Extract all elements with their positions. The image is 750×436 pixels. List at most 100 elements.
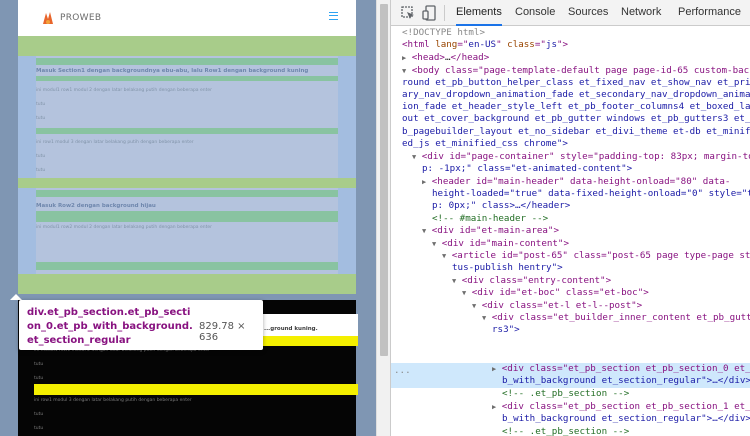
row-1-margin: [36, 58, 338, 65]
module-margin: [36, 211, 338, 222]
page-scrollbar[interactable]: [376, 0, 390, 436]
section1-modul3: ini row1 modul 3 dengan latar belakang p…: [34, 398, 192, 403]
dom-line-article[interactable]: ▼ <article id="post-65" class="post-65 p…: [442, 250, 750, 262]
dom-token: <header id="main-header" data-height-onl…: [431, 176, 731, 187]
hamburger-menu-icon[interactable]: [329, 12, 338, 20]
section1-yellow-band: [34, 384, 358, 395]
dom-line-main-content[interactable]: ▼ <div id="main-content">: [432, 238, 569, 250]
logo-text[interactable]: PROWEB: [60, 13, 101, 23]
dom-line-inner-content-cont: rs3">: [492, 324, 520, 335]
dom-line-section-0-cont: b_with_background et_section_regular">…<…: [502, 375, 750, 386]
dom-token: <div id="page-container" style="padding-…: [421, 151, 750, 162]
tab-sources[interactable]: Sources: [568, 0, 608, 26]
section1-label-d: tutu: [34, 426, 44, 431]
tooltip-selector: div.et_pb_section.et_pb_section_0.et_pb_…: [27, 307, 193, 346]
dom-line-section-1[interactable]: ▶ <div class="et_pb_section et_pb_sectio…: [492, 401, 750, 413]
device-toolbar-icon[interactable]: [421, 4, 439, 22]
dom-token: <div id="main-content">: [441, 238, 569, 249]
dom-line-body-cont: out et_cover_background et_pb_gutter win…: [402, 113, 750, 124]
dom-line-body-cont: ary_nav_dropdown_animation_fade et_secon…: [402, 89, 750, 100]
collapse-triangle-icon[interactable]: ▼: [442, 252, 446, 260]
module-margin: [36, 76, 338, 81]
scrollbar-thumb[interactable]: [380, 4, 388, 356]
expand-triangle-icon[interactable]: ▶: [422, 178, 426, 186]
dom-line-body[interactable]: ▼ <body class="page-template-default pag…: [402, 65, 750, 77]
tab-network[interactable]: Network: [621, 0, 661, 26]
tooltip-size: 829.78 × 636: [199, 321, 246, 343]
section1-label-a: tutu: [34, 362, 44, 367]
expand-triangle-icon[interactable]: ▶: [402, 54, 406, 62]
dom-token: en-US: [468, 39, 497, 50]
row-2-margin: [36, 190, 338, 197]
collapse-triangle-icon[interactable]: ▼: [482, 314, 486, 322]
section0-label-c: tutu: [36, 154, 46, 159]
collapse-triangle-icon[interactable]: ▼: [412, 153, 416, 161]
row-padding-right: [338, 56, 356, 274]
dom-line-inner-content[interactable]: ▼ <div class="et_builder_inner_content e…: [482, 312, 750, 324]
dom-token: =": [457, 39, 469, 50]
dom-line-et-l[interactable]: ▼ <div class="et-l et-l--post">: [472, 300, 642, 312]
dom-line-entry-content[interactable]: ▼ <div class="entry-content">: [452, 275, 611, 287]
dom-line-html[interactable]: <html lang="en-US" class="js">: [402, 39, 568, 51]
dom-token: <article id="post-65" class="post-65 pag…: [451, 250, 750, 261]
dom-token: <div id="et-boc" class="et-boc">: [471, 287, 649, 298]
dom-token: js: [545, 39, 557, 50]
dom-token: lang: [429, 39, 458, 50]
collapse-triangle-icon[interactable]: ▼: [472, 302, 476, 310]
inspector-tooltip: div.et_pb_section.et_pb_section_0.et_pb_…: [19, 300, 263, 350]
expand-triangle-icon[interactable]: ▶: [492, 365, 496, 373]
devtools-toolbar: Elements Console Sources Network Perform…: [391, 0, 750, 26]
row2-heading: Masuk Row2 dengan background hijau: [36, 203, 156, 209]
proweb-logo-icon[interactable]: [40, 10, 56, 26]
dom-token: <div class="et_pb_section et_pb_section_…: [501, 401, 750, 412]
tab-elements[interactable]: Elements: [456, 0, 502, 26]
module-margin: [36, 128, 338, 134]
dom-line-body-cont: ion_fade et_header_style_left et_pb_foot…: [402, 101, 750, 112]
section1-label-b: tutu: [34, 376, 44, 381]
dom-line-header-cont: p: 0px;" class>…</header>: [432, 200, 571, 211]
dom-line-body-cont: round et_pb_button_helper_class et_fixed…: [402, 77, 750, 88]
dom-line-comment-section-2: <!-- .et_pb_section -->: [502, 426, 630, 436]
section0-modul1: ini modul1 row1 modul 2 dengan latar bel…: [36, 88, 212, 93]
dom-line-page-container[interactable]: ▼ <div id="page-container" style="paddin…: [412, 151, 750, 163]
collapse-triangle-icon[interactable]: ▼: [402, 67, 406, 75]
dom-token: <body class="page-template-default page …: [411, 65, 750, 76]
row-options-ellipsis[interactable]: ...: [394, 365, 411, 377]
dom-line-main-area[interactable]: ▼ <div id="et-main-area">: [422, 225, 559, 237]
section0-modul3: ini row1 modul 3 dengan latar belakang p…: [36, 140, 194, 145]
dom-line-comment-section: <!-- .et_pb_section -->: [502, 388, 630, 399]
dom-line-page-container-cont: p: -1px;" class="et-animated-content">: [422, 163, 633, 174]
collapse-triangle-icon[interactable]: ▼: [432, 240, 436, 248]
dom-token: </head>: [450, 52, 490, 63]
dom-line-header-cont: height-loaded="true" data-fixed-height-o…: [432, 188, 750, 199]
tab-console[interactable]: Console: [515, 0, 555, 26]
section-padding-top: [18, 36, 356, 56]
dom-token: <div class="et_pb_section et_pb_section_…: [501, 363, 750, 374]
dom-line-section-1-cont: b_with_background et_section_regular">…<…: [502, 413, 750, 424]
dom-token: <div class="et_builder_inner_content et_…: [491, 312, 750, 323]
dom-tree[interactable]: <!DOCTYPE html> <html lang="en-US" class…: [391, 27, 750, 436]
section0-label-d: tutu: [36, 168, 46, 173]
tab-performance[interactable]: Performance: [678, 0, 741, 26]
inspect-element-icon[interactable]: [399, 4, 417, 22]
section1-heading: ...ground kuning.: [264, 326, 318, 332]
dom-line-header[interactable]: ▶ <header id="main-header" data-height-o…: [422, 176, 730, 188]
dom-line-et-boc[interactable]: ▼ <div id="et-boc" class="et-boc">: [462, 287, 649, 299]
collapse-triangle-icon[interactable]: ▼: [462, 289, 466, 297]
dom-token: <html: [402, 39, 430, 50]
page-viewport[interactable]: PROWEB Masuk Section1 dengan backgroundn…: [0, 0, 376, 436]
dom-line-doctype: <!DOCTYPE html>: [402, 27, 485, 38]
dom-token: <div id="et-main-area">: [431, 225, 559, 236]
collapse-triangle-icon[interactable]: ▼: [422, 227, 426, 235]
toolbar-separator: [444, 5, 445, 21]
collapse-triangle-icon[interactable]: ▼: [452, 277, 456, 285]
section0-heading: Masuk Section1 dengan backgroundnya ebu-…: [36, 68, 309, 74]
row-padding-left: [18, 56, 36, 274]
dom-token: ">: [557, 39, 569, 50]
section-padding-bottom: [18, 274, 356, 294]
row-gap: [18, 178, 356, 188]
dom-line-section-0-selected[interactable]: ▶ <div class="et_pb_section et_pb_sectio…: [492, 363, 750, 375]
dom-line-head[interactable]: ▶ <head>…</head>: [402, 52, 489, 64]
devtools-panel: Elements Console Sources Network Perform…: [390, 0, 750, 436]
expand-triangle-icon[interactable]: ▶: [492, 403, 496, 411]
